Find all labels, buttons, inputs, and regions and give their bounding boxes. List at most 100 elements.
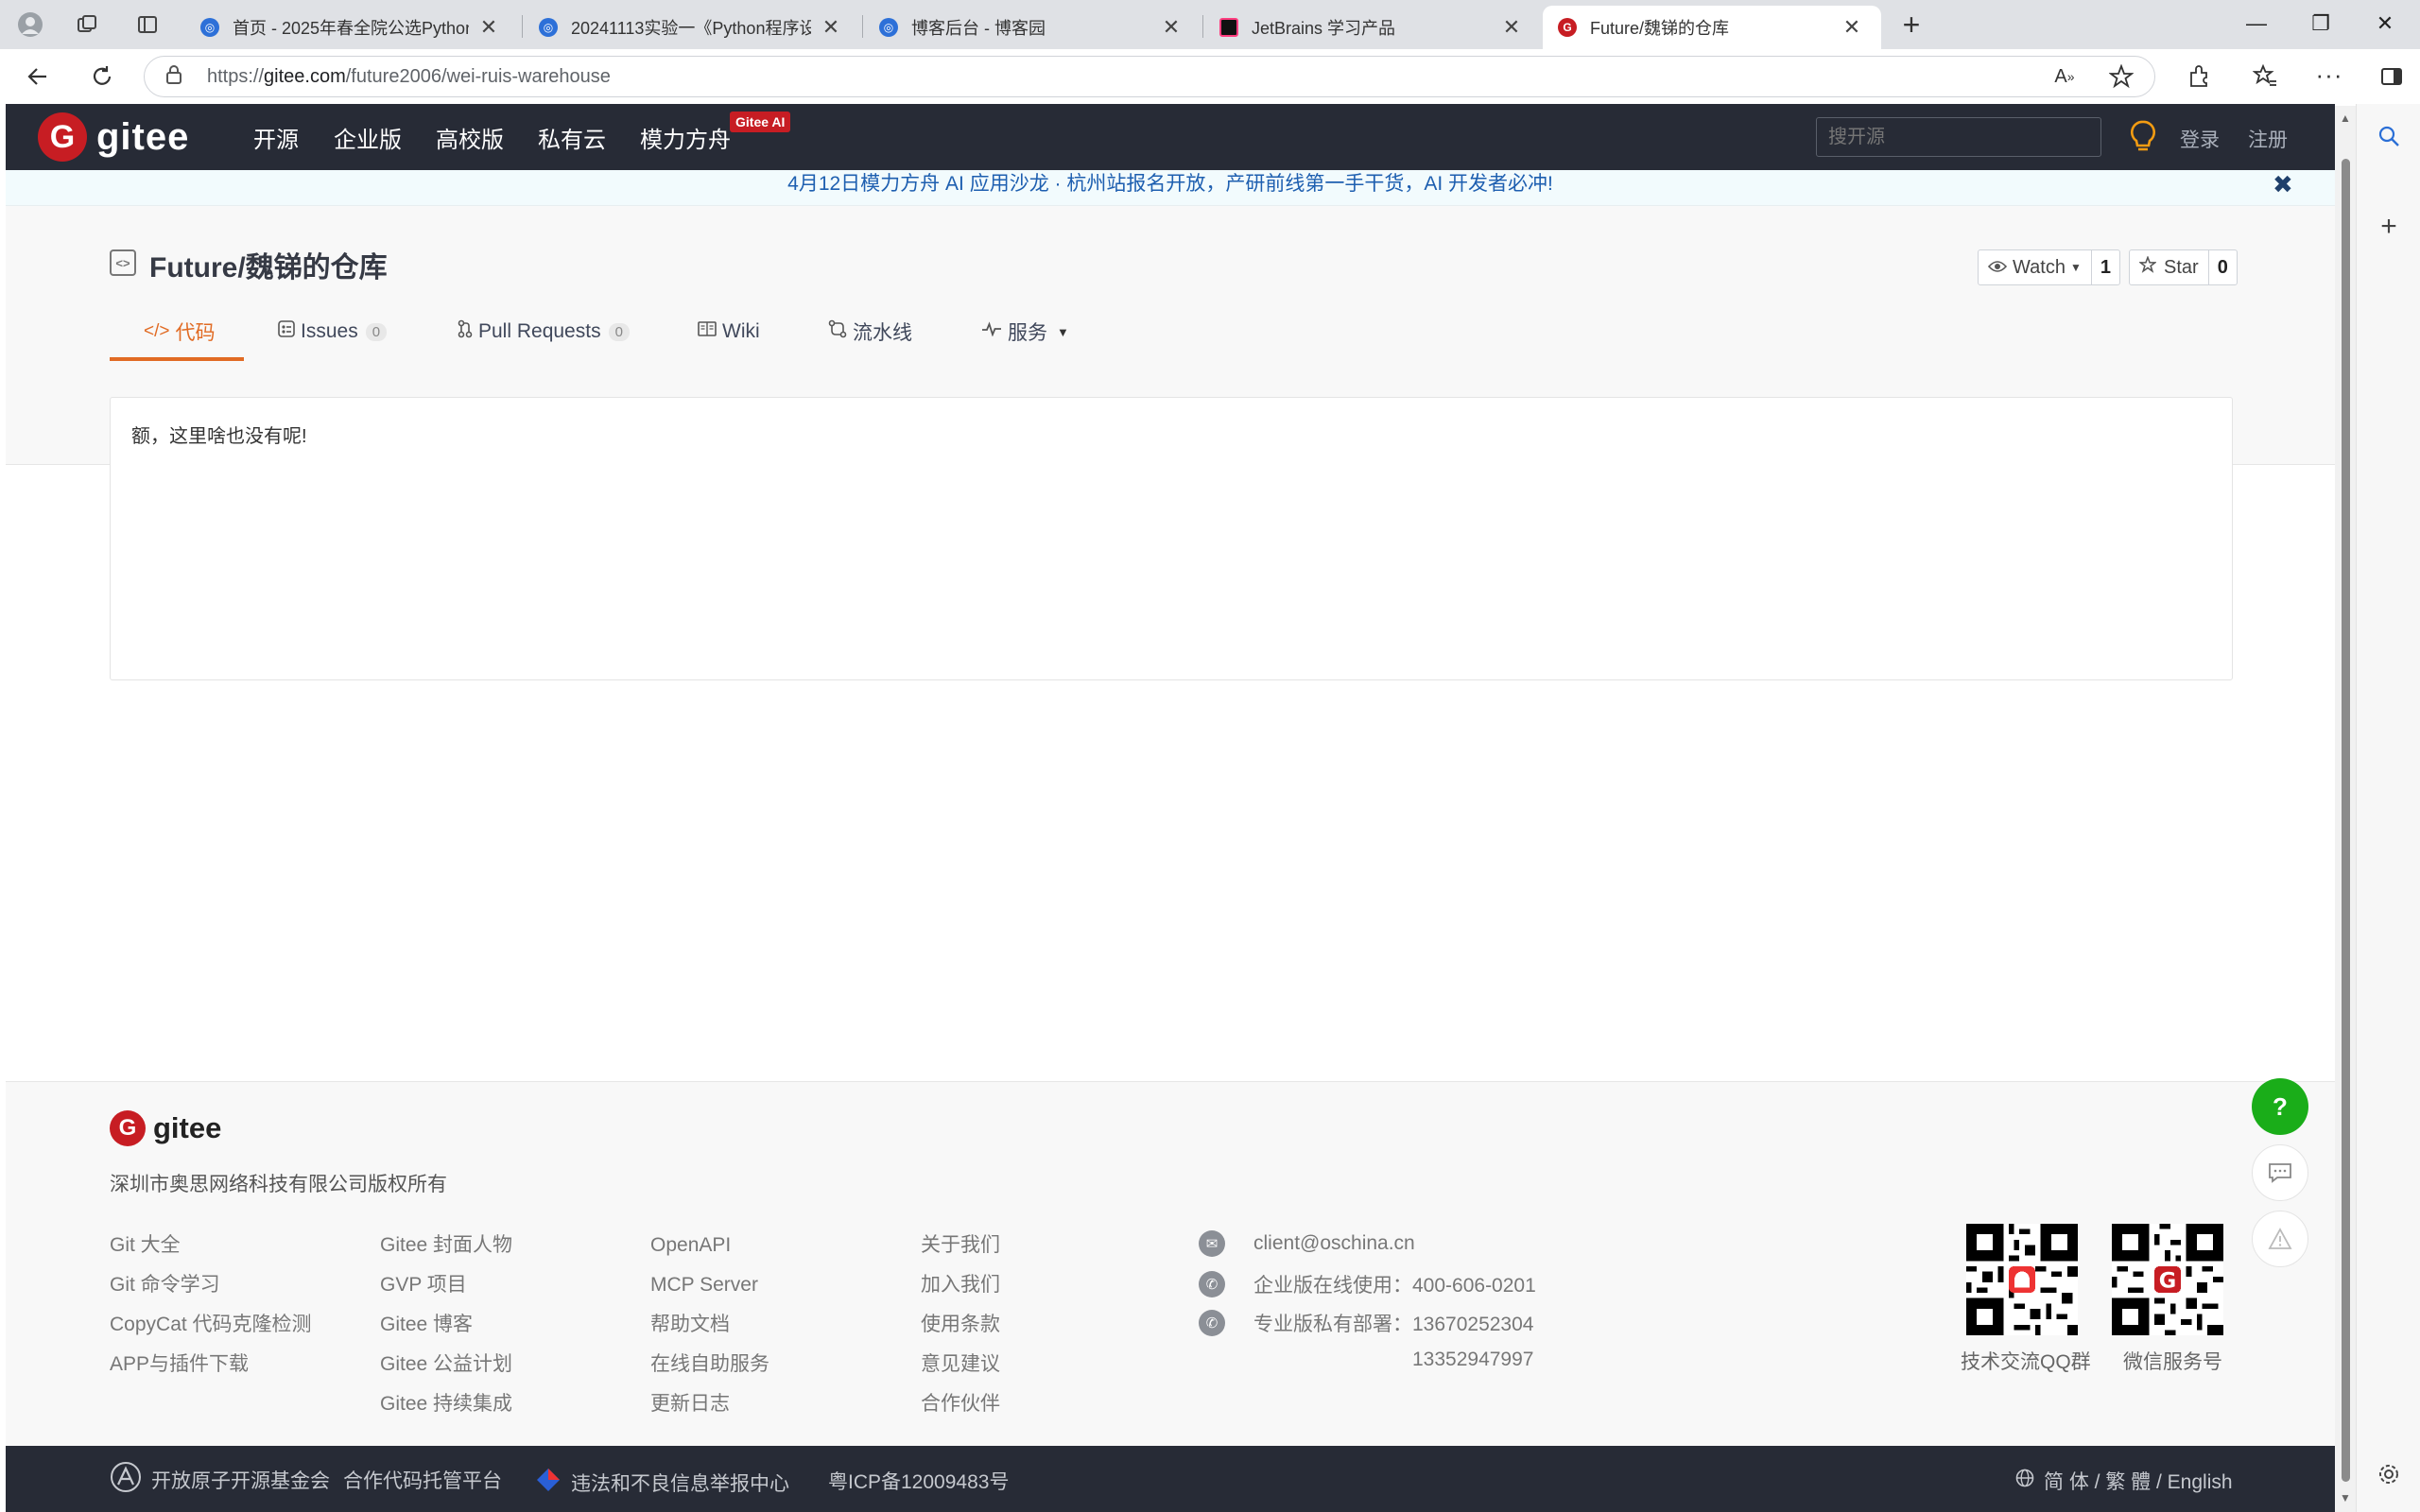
gitee-logo-mark: G — [110, 1110, 146, 1146]
announcement-link[interactable]: 4月12日模力方舟 AI 应用沙龙 · 杭州站报名开放，产研前线第一手干货，AI… — [787, 173, 1553, 195]
watch-count[interactable]: 1 — [2092, 250, 2119, 284]
extensions-icon[interactable] — [2180, 58, 2218, 95]
close-icon[interactable]: ✕ — [1161, 15, 1182, 40]
footer-link-copycat[interactable]: CopyCat 代码克隆检测 — [110, 1305, 312, 1345]
footer-link-mcp-server[interactable]: MCP Server — [650, 1265, 769, 1305]
back-icon[interactable] — [19, 58, 57, 95]
profile-icon[interactable] — [15, 9, 45, 40]
sidebar-toggle-icon[interactable] — [2373, 58, 2411, 95]
close-icon[interactable]: ✕ — [478, 15, 499, 40]
phone-icon: ✆ — [1199, 1271, 1225, 1297]
lightbulb-icon[interactable] — [2127, 119, 2159, 155]
icp-link[interactable]: 粤ICP备12009483号 — [828, 1467, 1009, 1495]
vertical-tabs-icon[interactable] — [132, 9, 163, 40]
footer-link-ci[interactable]: Gitee 持续集成 — [380, 1384, 512, 1424]
nav-opensource[interactable]: 开源 — [253, 121, 299, 154]
contact-private-phone: ✆ 专业版私有部署：13670252304 — [1199, 1309, 1533, 1337]
close-icon[interactable]: ✕ — [821, 15, 841, 40]
footer-link-blog[interactable]: Gitee 博客 — [380, 1305, 512, 1345]
report-button[interactable] — [2252, 1211, 2308, 1267]
restore-icon[interactable]: ❐ — [2291, 0, 2350, 47]
pipeline-icon — [828, 319, 847, 344]
sidebar-add-icon[interactable]: + — [2370, 208, 2408, 246]
repo-title[interactable]: Future/魏锑的仓库 — [149, 244, 388, 285]
browser-tab-1[interactable]: ◎ 首页 - 2025年春全院公选Python - ✕ — [185, 6, 518, 49]
footer-link-charity[interactable]: Gitee 公益计划 — [380, 1345, 512, 1384]
more-menu-icon[interactable]: ··· — [2310, 56, 2348, 94]
footer-link-app-download[interactable]: APP与插件下载 — [110, 1345, 312, 1384]
search-input[interactable] — [1816, 117, 2101, 157]
nav-enterprise[interactable]: 企业版 — [334, 121, 402, 154]
workspaces-icon[interactable] — [72, 9, 102, 40]
platform-label: 合作代码托管平台 — [343, 1470, 502, 1492]
chat-button[interactable] — [2252, 1144, 2308, 1201]
nav-education[interactable]: 高校版 — [436, 121, 504, 154]
language-switcher[interactable]: 简 体 / 繁 體 / English — [2015, 1467, 2233, 1495]
caret-down-icon: ▼ — [1057, 324, 1069, 339]
contact-email[interactable]: ✉ client@oschina.cn — [1199, 1230, 1415, 1257]
page-scrollbar[interactable]: ▲ ▼ — [2335, 106, 2356, 1512]
new-tab-icon[interactable]: + — [1896, 8, 1927, 42]
browser-tab-2[interactable]: ◎ 20241113实验一《Python程序设 ✕ — [524, 6, 860, 49]
close-icon[interactable]: ✖ — [2273, 170, 2293, 198]
tab-services[interactable]: 服务 ▼ — [981, 302, 1069, 361]
browser-tab-5-active[interactable]: G Future/魏锑的仓库 ✕ — [1543, 6, 1881, 49]
close-icon[interactable]: ✕ — [1841, 15, 1862, 40]
footer-link-self-service[interactable]: 在线自助服务 — [650, 1345, 769, 1384]
footer-link-git-guide[interactable]: Git 大全 — [110, 1226, 312, 1265]
watch-button[interactable]: Watch ▼ — [1979, 250, 2092, 284]
read-aloud-icon[interactable]: A» — [2046, 58, 2083, 95]
help-button[interactable]: ? — [2252, 1078, 2308, 1135]
open-atom-foundation[interactable]: 开放原子开源基金会 合作代码托管平台 — [110, 1461, 502, 1499]
footer-link-terms[interactable]: 使用条款 — [921, 1305, 1000, 1345]
tab-pipeline[interactable]: 流水线 — [828, 302, 912, 361]
tab-wiki[interactable]: Wiki — [698, 302, 760, 361]
email-text: client@oschina.cn — [1253, 1232, 1415, 1254]
footer-link-help-docs[interactable]: 帮助文档 — [650, 1305, 769, 1345]
tab-pull-requests[interactable]: Pull Requests 0 — [458, 302, 630, 361]
footer-link-partners[interactable]: 合作伙伴 — [921, 1384, 1000, 1424]
footer-link-join[interactable]: 加入我们 — [921, 1265, 1000, 1305]
nav-private-cloud[interactable]: 私有云 — [538, 121, 606, 154]
sidebar-search-icon[interactable] — [2370, 117, 2408, 155]
footer-link-openapi[interactable]: OpenAPI — [650, 1226, 769, 1265]
footer-link-feedback[interactable]: 意见建议 — [921, 1345, 1000, 1384]
window-close-icon[interactable]: ✕ — [2356, 0, 2414, 47]
gitee-logo[interactable]: G gitee — [38, 112, 189, 162]
scroll-up-icon[interactable]: ▲ — [2340, 112, 2351, 125]
register-link[interactable]: 注册 — [2248, 125, 2288, 153]
scroll-down-icon[interactable]: ▼ — [2340, 1491, 2351, 1504]
scrollbar-thumb[interactable] — [2342, 159, 2350, 1482]
star-button[interactable]: Star — [2130, 250, 2209, 284]
pr-count-badge: 0 — [608, 322, 630, 341]
star-button-group: Star 0 — [2129, 249, 2238, 285]
tab-issues[interactable]: Issues 0 — [278, 302, 388, 361]
nav-moli-fangzhou[interactable]: 模力方舟 — [640, 121, 731, 154]
login-link[interactable]: 登录 — [2180, 125, 2220, 153]
browser-tab-4[interactable]: JetBrains 学习产品 ✕ — [1204, 6, 1541, 49]
sidebar-settings-icon[interactable] — [2370, 1455, 2408, 1493]
announcement-banner: 4月12日模力方舟 AI 应用沙龙 · 杭州站报名开放，产研前线第一手干货，AI… — [6, 170, 2335, 206]
footer-logo[interactable]: G gitee — [110, 1110, 221, 1146]
report-center-label: 违法和不良信息举报中心 — [571, 1473, 789, 1495]
browser-tab-3[interactable]: ◎ 博客后台 - 博客园 ✕ — [864, 6, 1201, 49]
favorites-icon[interactable] — [2246, 58, 2284, 95]
tab-code-label: 代码 — [175, 322, 216, 344]
footer-link-changelog[interactable]: 更新日志 — [650, 1384, 769, 1424]
footer-link-gvp[interactable]: GVP 项目 — [380, 1265, 512, 1305]
lock-icon[interactable] — [165, 64, 182, 90]
tab-code[interactable]: </> 代码 — [144, 302, 215, 361]
minimize-icon[interactable]: — — [2227, 0, 2286, 47]
jetbrains-icon — [1219, 18, 1238, 37]
footer-link-git-commands[interactable]: Git 命令学习 — [110, 1265, 312, 1305]
private-phone-text-2: 13352947997 — [1412, 1349, 1534, 1370]
close-icon[interactable]: ✕ — [1501, 15, 1522, 40]
report-center-link[interactable]: 违法和不良信息举报中心 — [535, 1467, 789, 1499]
favorite-star-icon[interactable] — [2102, 58, 2140, 95]
refresh-icon[interactable] — [83, 58, 121, 95]
icp-label: 粤ICP备12009483号 — [828, 1471, 1010, 1493]
star-count[interactable]: 0 — [2209, 250, 2237, 284]
address-bar[interactable]: https://gitee.com/future2006/wei-ruis-wa… — [144, 56, 2155, 97]
footer-link-about[interactable]: 关于我们 — [921, 1226, 1000, 1265]
footer-link-cover-people[interactable]: Gitee 封面人物 — [380, 1226, 512, 1265]
